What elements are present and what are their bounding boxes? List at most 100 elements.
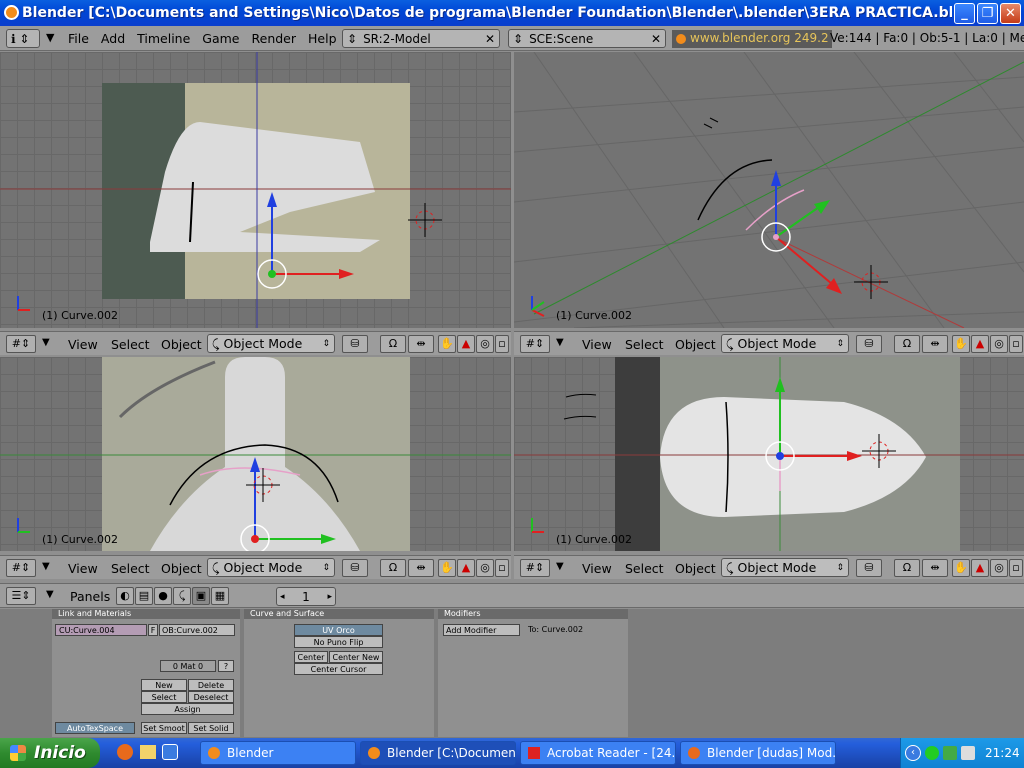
select-menu[interactable]: Select <box>625 561 664 576</box>
logic-context-icon[interactable]: ◐ <box>116 587 134 605</box>
rotate-icon[interactable]: ◎ <box>476 559 494 577</box>
no-puno-flip-toggle[interactable]: No Puno Flip <box>294 636 383 648</box>
collapse-triangle-icon[interactable]: ▼ <box>46 31 54 44</box>
translate-icon[interactable]: ▲ <box>457 335 475 353</box>
object-menu[interactable]: Object <box>675 337 716 352</box>
pivot-icon[interactable]: Ω <box>894 559 920 577</box>
collapse-triangle-icon[interactable]: ▼ <box>556 561 564 572</box>
snap-icon[interactable]: ⇹ <box>922 335 948 353</box>
object-menu[interactable]: Object <box>161 561 202 576</box>
shading-context-icon[interactable]: ● <box>154 587 172 605</box>
material-new-button[interactable]: New <box>141 679 187 691</box>
mode-selector[interactable]: ⤹ Object Mode ⇕ <box>207 558 335 577</box>
viewport-top[interactable]: (1) Curve.002 <box>514 357 1024 551</box>
snap-icon[interactable]: ⇹ <box>408 559 434 577</box>
rotate-icon[interactable]: ◎ <box>990 335 1008 353</box>
viewport-perspective[interactable]: (1) Curve.002 <box>514 52 1024 328</box>
editing-context-icon[interactable]: ▣ <box>192 587 210 605</box>
scene-delete-icon[interactable]: ✕ <box>651 32 661 46</box>
viewport-side[interactable]: (1) Curve.002 <box>0 357 511 551</box>
object-menu[interactable]: Object <box>161 337 202 352</box>
center-button[interactable]: Center <box>294 651 328 663</box>
fake-user-button[interactable]: F <box>148 624 158 636</box>
material-deselect-button[interactable]: Deselect <box>188 691 234 703</box>
draw-type-icon[interactable]: ⛁ <box>342 559 368 577</box>
minimize-button[interactable]: _ <box>954 3 975 24</box>
scale-icon[interactable]: ▫ <box>1009 335 1023 353</box>
translate-icon[interactable]: ▲ <box>971 559 989 577</box>
pivot-icon[interactable]: Ω <box>894 335 920 353</box>
task-blender-main[interactable]: Blender [C:\Documen... <box>360 741 516 765</box>
menu-render[interactable]: Render <box>252 31 297 46</box>
select-menu[interactable]: Select <box>111 337 150 352</box>
menu-file[interactable]: File <box>68 31 89 46</box>
close-button[interactable]: ✕ <box>1000 3 1021 24</box>
hand-icon[interactable]: ✋ <box>438 335 456 353</box>
rotate-icon[interactable]: ◎ <box>476 335 494 353</box>
rotate-icon[interactable]: ◎ <box>990 559 1008 577</box>
translate-icon[interactable]: ▲ <box>457 559 475 577</box>
hand-icon[interactable]: ✋ <box>438 559 456 577</box>
draw-type-icon[interactable]: ⛁ <box>856 335 882 353</box>
menu-add[interactable]: Add <box>101 31 125 46</box>
hand-icon[interactable]: ✋ <box>952 559 970 577</box>
pivot-icon[interactable]: Ω <box>380 335 406 353</box>
material-index-field[interactable]: 0 Mat 0 <box>160 660 216 672</box>
viewport-front[interactable]: (1) Curve.002 <box>0 52 511 328</box>
set-smooth-button[interactable]: Set Smoot <box>141 722 187 734</box>
collapse-triangle-icon[interactable]: ▼ <box>42 337 50 348</box>
ie-icon[interactable] <box>162 744 178 760</box>
material-select-button[interactable]: Select <box>141 691 187 703</box>
select-menu[interactable]: Select <box>111 561 150 576</box>
object-menu[interactable]: Object <box>675 561 716 576</box>
uv-orco-toggle[interactable]: UV Orco <box>294 624 383 636</box>
tray-expand-icon[interactable]: ‹ <box>905 745 921 761</box>
pivot-icon[interactable]: Ω <box>380 559 406 577</box>
panels-menu[interactable]: Panels <box>70 589 110 604</box>
draw-type-icon[interactable]: ⛁ <box>342 335 368 353</box>
menu-timeline[interactable]: Timeline <box>137 31 190 46</box>
scene-context-icon[interactable]: ▦ <box>211 587 229 605</box>
object-context-icon[interactable]: ⤹ <box>173 587 191 605</box>
autotexspace-toggle[interactable]: AutoTexSpace <box>55 722 135 734</box>
mode-selector[interactable]: ⤹ Object Mode ⇕ <box>207 334 335 353</box>
view-menu[interactable]: View <box>582 561 612 576</box>
network-icon[interactable] <box>925 746 939 760</box>
mode-selector[interactable]: ⤹ Object Mode ⇕ <box>721 558 849 577</box>
menu-game[interactable]: Game <box>202 31 239 46</box>
scale-icon[interactable]: ▫ <box>495 559 509 577</box>
task-acrobat[interactable]: Acrobat Reader - [24... <box>520 741 676 765</box>
grid-icon[interactable]: #⇕ <box>520 335 550 353</box>
draw-type-icon[interactable]: ⛁ <box>856 559 882 577</box>
curve-datablock-field[interactable]: CU:Curve.004 <box>55 624 147 636</box>
collapse-triangle-icon[interactable]: ▼ <box>42 561 50 572</box>
buttons-window-icon[interactable]: ☰⇕ <box>6 587 36 605</box>
antivirus-icon[interactable] <box>943 746 957 760</box>
add-modifier-button[interactable]: Add Modifier <box>443 624 520 636</box>
scale-icon[interactable]: ▫ <box>1009 559 1023 577</box>
center-cursor-button[interactable]: Center Cursor <box>294 663 383 675</box>
set-solid-button[interactable]: Set Solid <box>188 722 234 734</box>
grid-icon[interactable]: #⇕ <box>520 559 550 577</box>
info-icon[interactable]: ℹ ⇕ <box>6 29 40 48</box>
script-context-icon[interactable]: ▤ <box>135 587 153 605</box>
scale-icon[interactable]: ▫ <box>495 335 509 353</box>
material-delete-button[interactable]: Delete <box>188 679 234 691</box>
material-help-button[interactable]: ? <box>218 660 234 672</box>
snap-icon[interactable]: ⇹ <box>408 335 434 353</box>
firefox-icon[interactable] <box>117 744 133 760</box>
view-menu[interactable]: View <box>582 337 612 352</box>
object-name-field[interactable]: OB:Curve.002 <box>159 624 235 636</box>
material-assign-button[interactable]: Assign <box>141 703 234 715</box>
center-new-button[interactable]: Center New <box>329 651 383 663</box>
view-menu[interactable]: View <box>68 337 98 352</box>
scene-selector[interactable]: ⇕ SCE:Scene ✕ <box>508 29 666 48</box>
collapse-triangle-icon[interactable]: ▼ <box>46 589 54 600</box>
menu-help[interactable]: Help <box>308 31 337 46</box>
maximize-button[interactable]: ❐ <box>977 3 998 24</box>
collapse-triangle-icon[interactable]: ▼ <box>556 337 564 348</box>
screen-delete-icon[interactable]: ✕ <box>485 32 495 46</box>
mode-selector[interactable]: ⤹ Object Mode ⇕ <box>721 334 849 353</box>
grid-icon[interactable]: #⇕ <box>6 335 36 353</box>
screen-selector[interactable]: ⇕ SR:2-Model ✕ <box>342 29 500 48</box>
